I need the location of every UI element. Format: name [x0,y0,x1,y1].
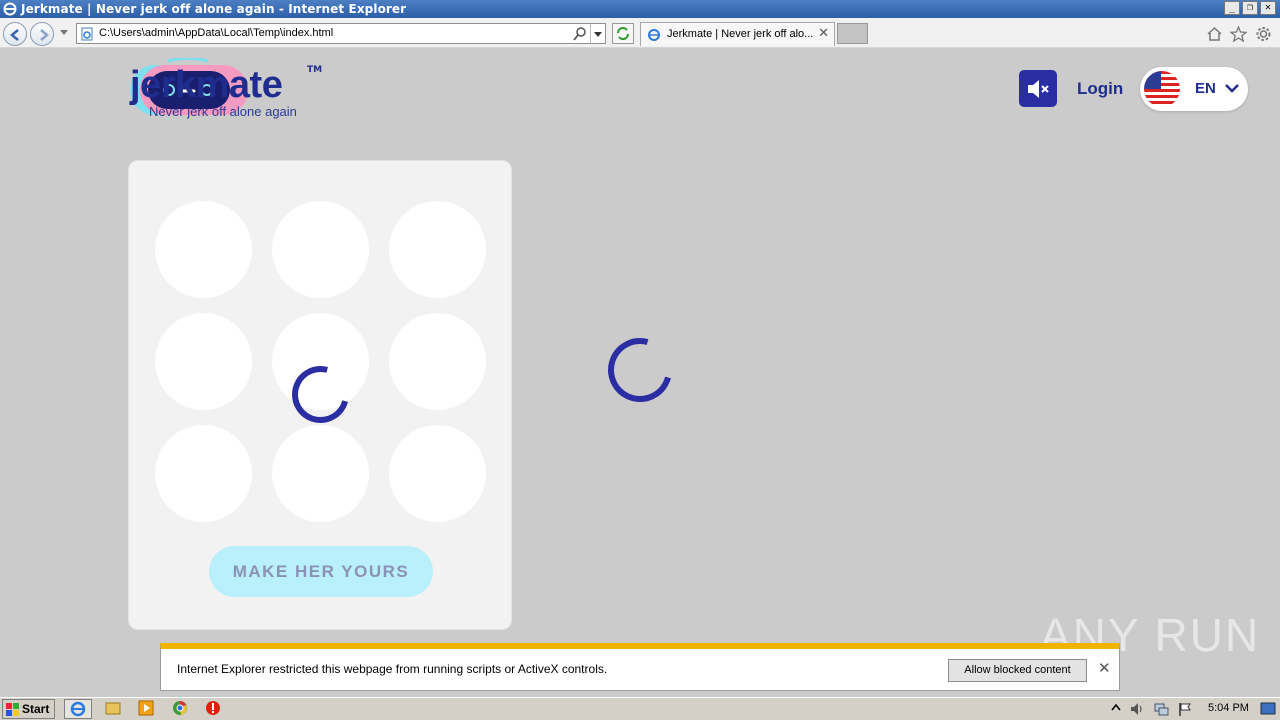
speaker-muted-icon [1028,80,1049,98]
taskbar-explorer[interactable] [100,699,128,719]
model-slot[interactable] [155,201,252,298]
search-icon[interactable] [573,26,587,41]
browser-toolbar: C:\Users\admin\AppData\Local\Temp\index.… [0,18,1280,48]
model-slot[interactable] [155,425,252,522]
new-tab-button[interactable] [837,23,868,44]
explorer-icon [105,702,121,715]
tab-close-icon[interactable]: ✕ [818,26,829,41]
chrome-icon [173,701,187,715]
login-link[interactable]: Login [1077,79,1123,99]
stop-icon [206,701,220,715]
chevron-down-icon [1225,84,1239,93]
browser-tab[interactable]: Jerkmate | Never jerk off alo... ✕ [640,22,835,46]
taskbar: Start 5:04 PM [0,697,1280,720]
show-desktop-icon[interactable] [1260,702,1276,716]
compat-refresh-button[interactable] [612,23,634,44]
infobar-message: Internet Explorer restricted this webpag… [177,662,608,676]
settings-gear-icon[interactable] [1255,26,1272,42]
model-slot[interactable] [272,425,369,522]
media-player-icon [138,700,154,716]
back-arrow-icon [10,29,19,41]
model-slot[interactable] [272,201,369,298]
page-loading-spinner [596,326,684,414]
mute-button[interactable] [1019,70,1057,107]
network-icon[interactable] [1153,701,1169,717]
tray-expand-icon[interactable] [1110,702,1122,716]
us-flag-icon [1144,71,1180,107]
forward-arrow-icon [40,29,49,41]
back-button[interactable] [3,22,27,46]
window-title: Jerkmate | Never jerk off alone again - … [21,2,407,16]
language-code: EN [1195,80,1216,97]
home-icon[interactable] [1206,26,1223,42]
infobar-close-icon[interactable]: ✕ [1098,659,1111,677]
start-label: Start [22,702,50,716]
model-slot[interactable] [389,313,486,410]
address-bar[interactable]: C:\Users\admin\AppData\Local\Temp\index.… [76,23,606,44]
windows-logo-icon [6,703,19,716]
refresh-icon [617,27,629,40]
taskbar-stop-app[interactable] [200,699,228,719]
favorites-star-icon[interactable] [1230,26,1247,42]
model-slot[interactable] [389,425,486,522]
taskbar-chrome[interactable] [167,699,195,719]
tab-ie-icon [648,29,660,41]
make-her-yours-button[interactable]: MAKE HER YOURS [209,546,433,597]
model-slot[interactable] [155,313,252,410]
address-dropdown-icon[interactable] [590,24,605,43]
ie-icon [3,2,17,16]
history-dropdown-icon[interactable] [60,30,68,35]
start-button[interactable]: Start [2,699,55,719]
restore-button[interactable]: ❐ [1242,1,1258,15]
action-center-flag-icon[interactable] [1177,701,1193,717]
close-window-button[interactable]: ✕ [1260,1,1276,15]
brand-name: jerkmate [130,64,283,106]
brand-tagline: Never jerk off alone again [149,104,297,119]
taskbar-media-player[interactable] [133,699,161,719]
model-slot[interactable] [389,201,486,298]
volume-icon[interactable] [1129,701,1145,717]
brand-trademark: TM [307,65,323,75]
taskbar-clock[interactable]: 5:04 PM [1208,702,1249,714]
window-titlebar: Jerkmate | Never jerk off alone again - … [0,0,1280,18]
forward-button[interactable] [30,22,54,46]
minimize-button[interactable]: _ [1224,1,1240,15]
language-selector[interactable]: EN [1140,67,1248,111]
allow-blocked-content-button[interactable]: Allow blocked content [948,659,1087,682]
webpage: jerkmate TM Never jerk off alone again L… [0,48,1280,698]
taskbar-ie[interactable] [64,699,92,719]
security-infobar: Internet Explorer restricted this webpag… [160,643,1120,691]
model-picker-card: MAKE HER YOURS [128,160,512,630]
page-icon [81,27,93,41]
tab-title: Jerkmate | Never jerk off alo... [667,28,814,40]
ie-icon [70,701,86,717]
address-url[interactable]: C:\Users\admin\AppData\Local\Temp\index.… [99,27,333,39]
